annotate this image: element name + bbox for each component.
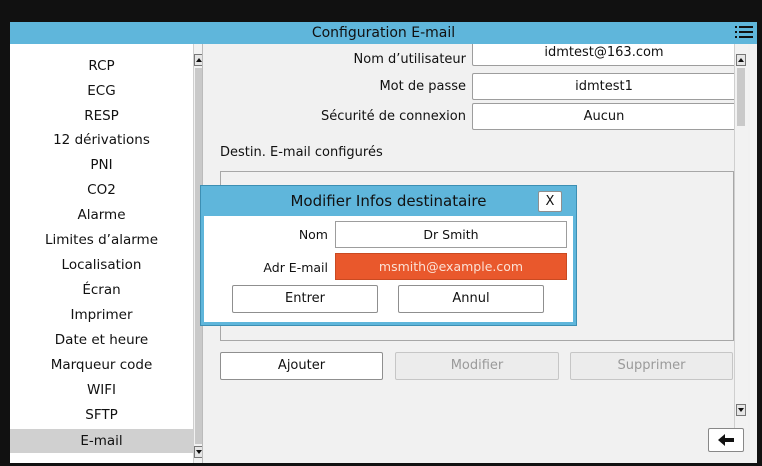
edit-recipient-dialog: Modifier Infos destinataire X Nom Dr Smi… [200,185,577,326]
recipients-label: Destin. E-mail configurés [220,145,383,160]
sidebar-item-resp[interactable]: RESP [10,104,193,128]
password-field[interactable]: idmtest1 [472,73,736,100]
modify-button[interactable]: Modifier [395,352,559,380]
sidebar-item-pni[interactable]: PNI [10,153,193,177]
main-scroll-up-arrow-icon[interactable] [736,54,746,66]
security-label: Sécurité de connexion [320,109,466,124]
sidebar-item-imprimer[interactable]: Imprimer [10,303,193,327]
sidebar-item-sftp[interactable]: SFTP [10,403,193,427]
name-field[interactable]: Dr Smith [335,221,567,248]
cancel-button[interactable]: Annul [398,285,544,313]
sidebar-item-email[interactable]: E-mail [10,429,193,453]
sidebar-item-ecran[interactable]: Écran [10,278,193,302]
main-scrollbar[interactable] [734,44,748,430]
main-scroll-down-arrow-icon[interactable] [736,404,746,416]
security-select[interactable]: Aucun [472,103,736,130]
back-button[interactable] [708,428,744,452]
name-label: Nom [298,227,328,242]
close-button[interactable]: X [538,191,562,212]
sidebar-item-date-heure[interactable]: Date et heure [10,328,193,352]
sidebar-item-localisation[interactable]: Localisation [10,253,193,277]
sidebar-item-rcp[interactable]: RCP [10,54,193,78]
window-title: Configuration E-mail [311,25,456,41]
list-menu-icon[interactable] [735,24,753,40]
sidebar-item-marqueur-code[interactable]: Marqueur code [10,353,193,377]
dialog-title: Modifier Infos destinataire [290,192,487,210]
title-bar: Configuration E-mail [10,22,757,44]
sidebar-item-limites-alarme[interactable]: Limites d’alarme [10,228,193,252]
sidebar-item-ecg[interactable]: ECG [10,79,193,103]
enter-button[interactable]: Entrer [232,285,378,313]
delete-button[interactable]: Supprimer [570,352,733,380]
add-button[interactable]: Ajouter [220,352,383,380]
sidebar-item-alarme[interactable]: Alarme [10,203,193,227]
username-field[interactable]: idmtest@163.com [472,44,736,66]
password-label: Mot de passe [379,79,466,94]
main-scroll-thumb[interactable] [737,68,745,126]
settings-sidebar: RCP ECG RESP 12 dérivations PNI CO2 Alar… [10,44,203,463]
left-arrow-icon [718,434,734,446]
username-label: Nom d’utilisateur [353,52,466,67]
sidebar-item-co2[interactable]: CO2 [10,178,193,202]
email-field[interactable]: msmith@example.com [335,253,567,280]
sidebar-item-12-derivations[interactable]: 12 dérivations [10,128,193,152]
scroll-up-arrow-icon[interactable] [194,54,202,66]
dialog-body: Nom Dr Smith Adr E-mail msmith@example.c… [204,216,573,322]
email-label: Adr E-mail [263,260,328,275]
scroll-down-arrow-icon[interactable] [194,446,202,458]
sidebar-item-wifi[interactable]: WIFI [10,378,193,402]
